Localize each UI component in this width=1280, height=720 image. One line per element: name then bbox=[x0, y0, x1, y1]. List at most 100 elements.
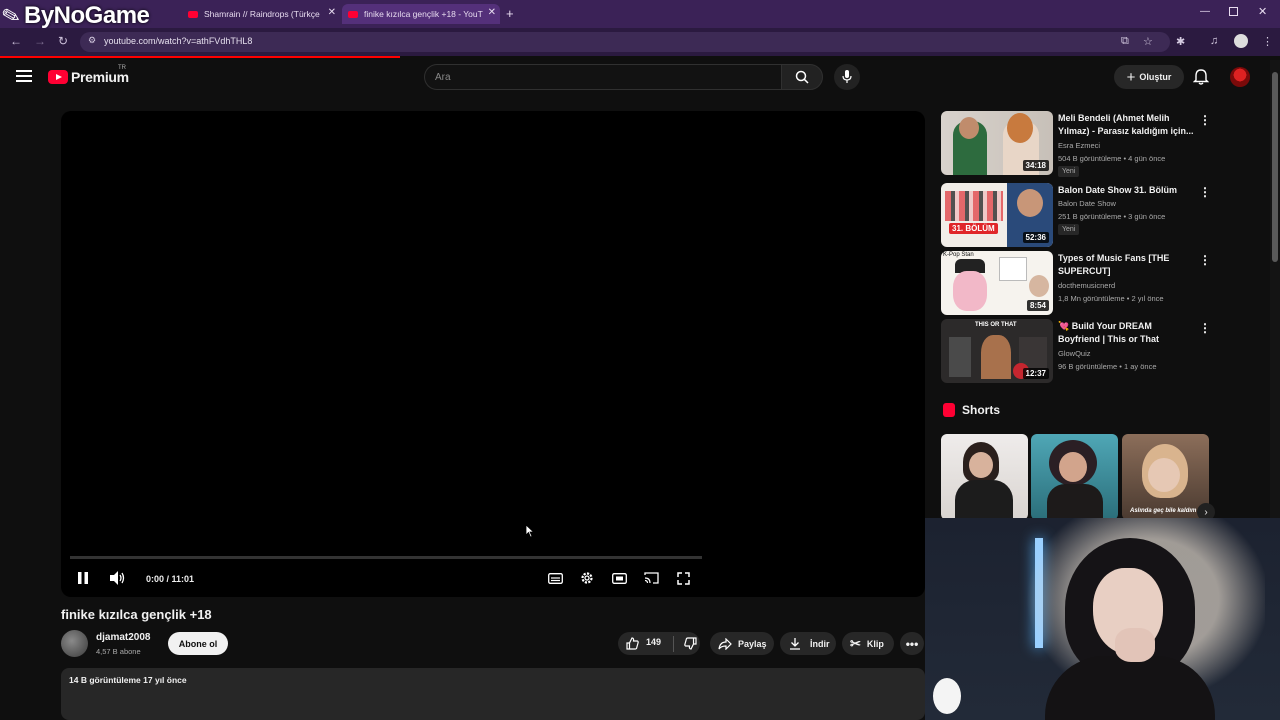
recommendation-title[interactable]: 💘 Build Your DREAM Boyfriend | This or T… bbox=[1058, 320, 1196, 346]
youtube-header: Premium TR + Oluştur bbox=[0, 58, 1280, 98]
more-vertical-icon[interactable]: ⋮ bbox=[1199, 253, 1211, 267]
progress-scrubber[interactable] bbox=[70, 556, 702, 559]
youtube-favicon-icon bbox=[188, 10, 198, 18]
recommendation-meta: 251 B görüntüleme • 3 gün önce bbox=[1058, 212, 1166, 221]
short-item[interactable] bbox=[1031, 434, 1118, 520]
site-info-icon[interactable]: ⚙ bbox=[88, 35, 96, 46]
theater-mode-button[interactable] bbox=[611, 570, 627, 586]
media-controls-icon[interactable]: ♫ bbox=[1210, 35, 1218, 47]
duration-badge: 8:54 bbox=[1026, 300, 1049, 311]
shorts-icon bbox=[943, 403, 955, 417]
more-vertical-icon[interactable]: ⋮ bbox=[1199, 185, 1211, 199]
new-badge: Yeni bbox=[1058, 166, 1080, 177]
forward-icon[interactable]: → bbox=[34, 34, 46, 48]
streamer-webcam-overlay bbox=[925, 518, 1280, 720]
fullscreen-button[interactable] bbox=[675, 570, 691, 586]
video-thumbnail[interactable]: K-Pop Stan 8:54 bbox=[941, 251, 1053, 315]
dislike-button[interactable] bbox=[684, 637, 697, 650]
settings-gear-icon bbox=[581, 572, 593, 584]
download-label: İndir bbox=[810, 638, 830, 649]
reload-icon[interactable]: ↻ bbox=[58, 34, 68, 48]
voice-search-button[interactable] bbox=[834, 64, 860, 90]
search-input[interactable] bbox=[435, 72, 755, 83]
shorts-heading: Shorts bbox=[943, 403, 1000, 417]
hamburger-menu-icon[interactable] bbox=[16, 70, 32, 82]
video-player[interactable]: 0:00 / 11:01 bbox=[61, 111, 925, 597]
like-divider bbox=[673, 635, 675, 652]
recommendation-meta: 96 B görüntüleme • 1 ay önce bbox=[1058, 362, 1157, 371]
close-window-icon[interactable]: ✕ bbox=[1258, 5, 1267, 18]
more-horizontal-icon: ••• bbox=[905, 636, 919, 651]
browser-menu-icon[interactable]: ⋮ bbox=[1262, 35, 1273, 48]
volume-button[interactable] bbox=[109, 570, 127, 586]
scrollbar-thumb[interactable] bbox=[1272, 72, 1278, 262]
recommendation-channel[interactable]: Esra Ezmeci bbox=[1058, 141, 1100, 150]
youtube-premium-logo[interactable]: Premium TR bbox=[48, 65, 129, 85]
recommendation-item[interactable]: 31. BÖLÜM 52:36 Balon Date Show 31. Bölü… bbox=[941, 183, 1211, 247]
close-tab-icon[interactable]: ✕ bbox=[328, 7, 336, 18]
page-scrollbar[interactable] bbox=[1270, 60, 1280, 518]
thumbnail-label: THIS OR THAT bbox=[975, 322, 1017, 328]
theater-mode-icon bbox=[611, 572, 627, 584]
subscribe-button[interactable]: Abone ol bbox=[168, 632, 228, 655]
download-button[interactable]: İndir bbox=[780, 632, 836, 655]
tab-title: finike kızılca gençlik +18 - YouT bbox=[364, 9, 483, 19]
duration-badge: 12:37 bbox=[1022, 368, 1049, 379]
bookmark-star-icon[interactable]: ☆ bbox=[1143, 35, 1153, 48]
cast-button[interactable] bbox=[643, 570, 659, 586]
recommendation-meta: 504 B görüntüleme • 4 gün önce bbox=[1058, 154, 1166, 163]
tab-shamrain[interactable]: Shamrain // Raindrops (Türkçe ✕ bbox=[182, 4, 340, 24]
close-tab-icon[interactable]: ✕ bbox=[488, 7, 496, 18]
like-count: 149 bbox=[646, 637, 662, 647]
short-item[interactable]: Aslında geç bile kaldım bbox=[1122, 434, 1209, 520]
extensions-icon[interactable]: ✱ bbox=[1176, 35, 1185, 48]
short-caption: Aslında geç bile kaldım bbox=[1130, 508, 1197, 514]
share-button[interactable]: Paylaş bbox=[710, 632, 774, 655]
url-text: youtube.com/watch?v=athFVdhTHL8 bbox=[104, 36, 253, 46]
profile-avatar-icon[interactable] bbox=[1234, 34, 1248, 48]
back-icon[interactable]: ← bbox=[10, 34, 22, 48]
video-thumbnail[interactable]: THIS OR THAT 12:37 bbox=[941, 319, 1053, 383]
tab-finike[interactable]: finike kızılca gençlik +18 - YouT ✕ bbox=[342, 4, 500, 24]
account-avatar[interactable] bbox=[1230, 67, 1250, 87]
channel-name[interactable]: djamat2008 bbox=[96, 632, 150, 643]
download-icon bbox=[790, 638, 800, 650]
address-bar: ← → ↻ ⚙ youtube.com/watch?v=athFVdhTHL8 … bbox=[0, 28, 1280, 56]
short-item[interactable] bbox=[941, 434, 1028, 520]
clip-button[interactable]: ✂ Klip bbox=[842, 632, 894, 655]
minimize-icon[interactable]: — bbox=[1200, 6, 1210, 17]
recommendation-item[interactable]: K-Pop Stan 8:54 Types of Music Fans [THE… bbox=[941, 251, 1211, 315]
more-actions-button[interactable]: ••• bbox=[900, 632, 924, 655]
video-thumbnail[interactable]: 34:18 bbox=[941, 111, 1053, 175]
new-badge: Yeni bbox=[1058, 224, 1080, 235]
maximize-icon[interactable] bbox=[1229, 7, 1238, 16]
recommendation-channel[interactable]: GlowQuiz bbox=[1058, 349, 1091, 358]
settings-button[interactable] bbox=[579, 570, 595, 586]
subtitles-button[interactable] bbox=[547, 570, 563, 586]
recommendation-channel[interactable]: Balon Date Show bbox=[1058, 199, 1116, 208]
recommendation-title[interactable]: Types of Music Fans [THE SUPERCUT] bbox=[1058, 252, 1196, 278]
search-button[interactable] bbox=[781, 64, 823, 90]
install-app-icon[interactable]: ⧉ bbox=[1121, 35, 1129, 48]
more-vertical-icon[interactable]: ⋮ bbox=[1199, 321, 1211, 335]
pause-button[interactable] bbox=[77, 570, 89, 586]
recommendation-title[interactable]: Balon Date Show 31. Bölüm bbox=[1058, 184, 1196, 197]
url-field[interactable]: ⚙ youtube.com/watch?v=athFVdhTHL8 bbox=[80, 32, 1170, 52]
subscriber-count: 4,57 B abone bbox=[96, 647, 141, 656]
like-button[interactable]: 149 bbox=[626, 637, 661, 650]
video-thumbnail[interactable]: 31. BÖLÜM 52:36 bbox=[941, 183, 1053, 247]
new-tab-icon[interactable]: + bbox=[506, 6, 514, 21]
recommendation-title[interactable]: Meli Bendeli (Ahmet Melih Yılmaz) - Para… bbox=[1058, 112, 1196, 138]
recommendation-channel[interactable]: docthemusicnerd bbox=[1058, 281, 1115, 290]
description-box[interactable]: 14 B görüntüleme 17 yıl önce bbox=[61, 668, 925, 720]
feather-icon: ✎ bbox=[0, 1, 24, 31]
notifications-bell-icon[interactable] bbox=[1193, 69, 1209, 85]
create-button[interactable]: + Oluştur bbox=[1114, 65, 1184, 89]
recommendation-item[interactable]: 34:18 Meli Bendeli (Ahmet Melih Yılmaz) … bbox=[941, 111, 1211, 177]
views-and-age: 14 B görüntüleme 17 yıl önce bbox=[69, 675, 187, 685]
channel-avatar[interactable] bbox=[61, 630, 88, 657]
recommendation-item[interactable]: THIS OR THAT 12:37 💘 Build Your DREAM Bo… bbox=[941, 319, 1211, 383]
thumbs-down-icon bbox=[684, 637, 697, 650]
more-vertical-icon[interactable]: ⋮ bbox=[1199, 113, 1211, 127]
volume-icon bbox=[110, 571, 125, 585]
